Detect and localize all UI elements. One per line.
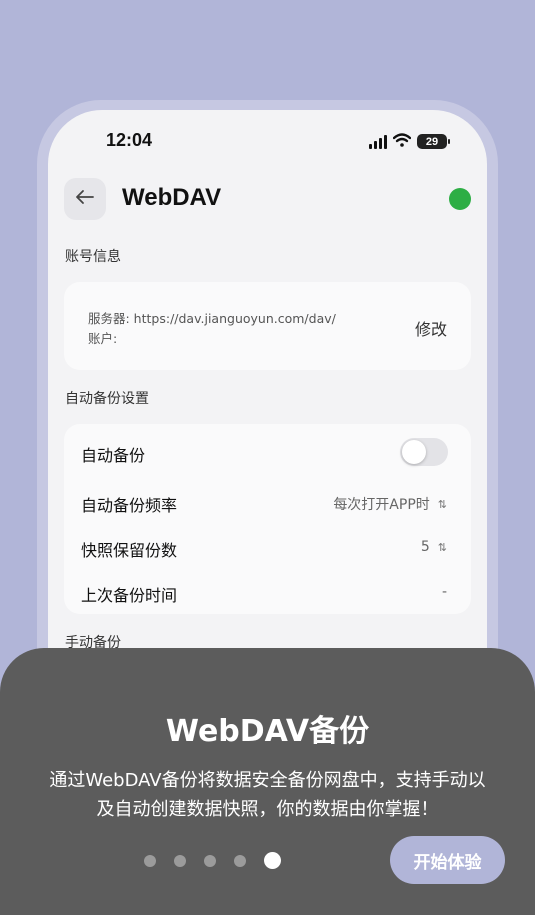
auto-backup-toggle[interactable] — [400, 438, 448, 466]
setting-value: - — [442, 584, 447, 600]
sheet-description-line: 通过WebDAV备份将数据安全备份网盘中，支持手动以 — [49, 770, 486, 791]
snapshot-count-value: 5 — [420, 539, 430, 555]
sheet-title: WebDAV备份 — [165, 714, 370, 749]
setting-row-frequency[interactable]: 自动备份频率 每次打开APP时 ⇅ — [64, 482, 471, 522]
setting-label: 快照保留份数 — [81, 541, 178, 560]
page-dot-1[interactable] — [144, 854, 156, 867]
setting-row-last-backup: 上次备份时间 - — [64, 572, 471, 612]
sort-icon: ⇅ — [437, 540, 447, 554]
toggle-knob — [402, 440, 426, 464]
setting-label: 自动备份 — [81, 446, 146, 465]
sheet-description: 通过WebDAV备份将数据安全备份网盘中，支持手动以 及自动创建数据快照，你的数… — [30, 766, 505, 824]
edit-button[interactable]: 修改 — [415, 316, 447, 340]
nav-bar: WebDAV — [48, 178, 487, 222]
page-dot-3[interactable] — [204, 854, 216, 867]
server-url: 服务器: https://dav.jianguoyun.com/dav/ — [88, 311, 336, 326]
sheet-description-line: 及自动创建数据快照，你的数据由你掌握！ — [96, 799, 439, 820]
page-dot-5[interactable] — [264, 852, 281, 869]
page-dot-2[interactable] — [174, 854, 186, 867]
status-icons: 29 — [369, 132, 450, 151]
onboarding-sheet: WebDAV备份 通过WebDAV备份将数据安全备份网盘中，支持手动以 及自动创… — [0, 648, 535, 915]
setting-row-snapshot-count[interactable]: 快照保留份数 5 ⇅ — [64, 527, 471, 567]
sort-icon: ⇅ — [437, 497, 447, 511]
back-button[interactable] — [64, 178, 106, 220]
setting-row-auto-backup: 自动备份 — [64, 432, 471, 472]
section-label-auto-backup: 自动备份设置 — [65, 391, 149, 407]
section-label-account: 账号信息 — [65, 249, 121, 265]
auto-backup-card: 自动备份 自动备份频率 每次打开APP时 ⇅ 快照保留份数 5 ⇅ 上次备份时间… — [64, 424, 471, 614]
page-dot-4[interactable] — [234, 854, 246, 867]
setting-label: 自动备份频率 — [81, 496, 178, 515]
connection-status-dot — [449, 188, 471, 210]
battery-icon: 29 — [417, 134, 450, 149]
phone-screen: 12:04 29 WebDAV 账号信息 服务器: https://dav.ji… — [48, 110, 487, 730]
start-button[interactable]: 开始体验 — [390, 836, 505, 884]
status-bar: 12:04 29 — [48, 110, 487, 170]
arrow-left-icon — [75, 189, 95, 209]
setting-value: 每次打开APP时 ⇅ — [333, 494, 447, 514]
status-time: 12:04 — [106, 130, 153, 150]
setting-value: 5 ⇅ — [421, 539, 447, 555]
account-name: 账户: — [88, 331, 118, 346]
wifi-icon — [392, 132, 412, 151]
page-title: WebDAV — [122, 184, 222, 211]
page-indicator — [144, 852, 281, 869]
account-card: 服务器: https://dav.jianguoyun.com/dav/ 账户:… — [64, 282, 471, 370]
frequency-value: 每次打开APP时 — [333, 497, 430, 513]
setting-label: 上次备份时间 — [81, 586, 178, 605]
signal-icon — [369, 134, 387, 149]
last-backup-value: - — [441, 584, 447, 600]
